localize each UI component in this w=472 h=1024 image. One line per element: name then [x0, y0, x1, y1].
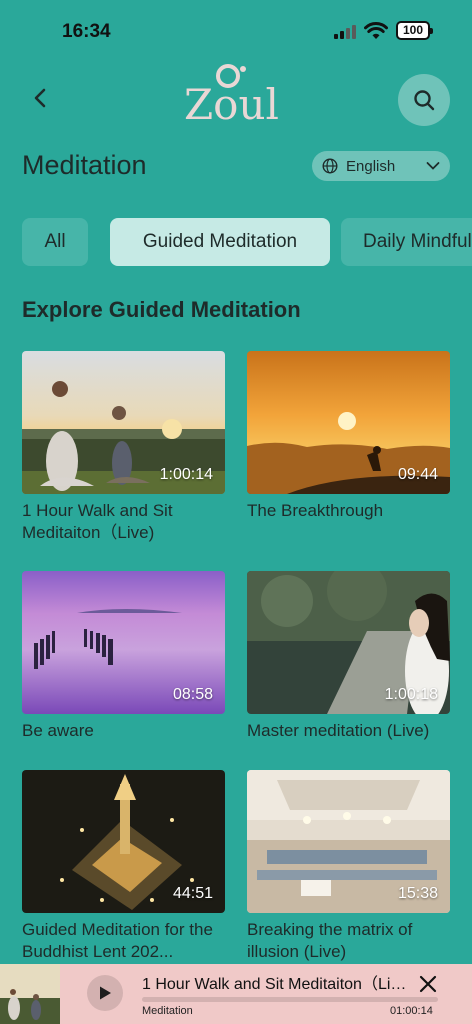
close-button[interactable]: [414, 970, 442, 998]
zoul-logo: Zoul: [184, 64, 279, 130]
close-icon: [419, 975, 437, 993]
search-icon: [414, 90, 435, 111]
video-title[interactable]: 1 Hour Walk and Sit Meditaiton（Live): [22, 500, 225, 544]
player-title[interactable]: 1 Hour Walk and Sit Meditaiton（Live): [142, 970, 410, 994]
tab-daily-mindfulness[interactable]: Daily Mindfulness: [341, 218, 472, 266]
globe-icon: [322, 158, 338, 174]
tab-guided-meditation[interactable]: Guided Meditation: [110, 218, 330, 266]
video-card[interactable]: 08:58 Be aware: [22, 571, 225, 742]
tab-label: Guided Meditation: [142, 231, 298, 252]
video-title[interactable]: The Breakthrough: [247, 500, 450, 522]
page-title: Meditation: [22, 150, 147, 180]
video-card[interactable]: 09:44 The Breakthrough: [247, 351, 450, 522]
language-dropdown[interactable]: English: [312, 151, 450, 181]
logo-text: Zoul: [184, 80, 279, 129]
video-card[interactable]: 15:38 Breaking the matrix of illusion (L…: [247, 770, 450, 963]
video-thumbnail[interactable]: 1:00:14: [22, 351, 225, 494]
video-thumbnail[interactable]: 1:00:18: [247, 571, 450, 714]
tab-label: All: [44, 231, 66, 252]
chevron-left-icon: [34, 88, 46, 108]
wifi-icon: [364, 22, 388, 39]
video-title[interactable]: Breaking the matrix of illusion (Live): [247, 919, 450, 963]
play-icon: [100, 986, 111, 1000]
video-title[interactable]: Guided Meditation for the Buddhist Lent …: [22, 919, 225, 963]
video-thumbnail[interactable]: 15:38: [247, 770, 450, 913]
video-thumbnail[interactable]: 08:58: [22, 571, 225, 714]
video-title[interactable]: Master meditation (Live): [247, 720, 450, 742]
player-thumbnail[interactable]: [0, 964, 60, 1024]
video-duration: 44:51: [172, 885, 213, 902]
cellular-signal-icon: [334, 24, 356, 39]
back-button[interactable]: [22, 80, 58, 116]
play-button[interactable]: [87, 975, 123, 1011]
video-duration: 1:00:14: [159, 466, 213, 483]
tab-all[interactable]: All: [22, 218, 88, 266]
tab-label: Daily Mindfulness: [363, 231, 472, 252]
player-progress-bar[interactable]: [142, 997, 438, 1002]
video-duration: 1:00:18: [384, 686, 438, 703]
player-time: 01:00:14: [390, 1005, 433, 1017]
battery-indicator: 100: [396, 21, 433, 40]
category-tabs: All Guided Meditation Daily Mindfulness: [22, 218, 472, 266]
search-button[interactable]: [398, 74, 450, 126]
logo-dot: [240, 66, 246, 72]
status-time: 16:34: [62, 21, 111, 42]
video-thumbnail[interactable]: 09:44: [247, 351, 450, 494]
language-label: English: [346, 157, 396, 175]
video-card[interactable]: 1:00:14 1 Hour Walk and Sit Meditaiton（L…: [22, 351, 225, 544]
video-duration: 15:38: [397, 885, 438, 902]
video-duration: 09:44: [397, 466, 438, 483]
video-card[interactable]: 1:00:18 Master meditation (Live): [247, 571, 450, 742]
video-thumbnail[interactable]: 44:51: [22, 770, 225, 913]
video-title[interactable]: Be aware: [22, 720, 225, 742]
player-category: Meditation: [142, 1005, 193, 1017]
status-bar: 16:34 100: [0, 0, 472, 58]
video-duration: 08:58: [172, 686, 213, 703]
section-title: Explore Guided Meditation: [22, 297, 301, 322]
video-card[interactable]: 44:51 Guided Meditation for the Buddhist…: [22, 770, 225, 963]
chevron-down-icon: [426, 162, 440, 170]
